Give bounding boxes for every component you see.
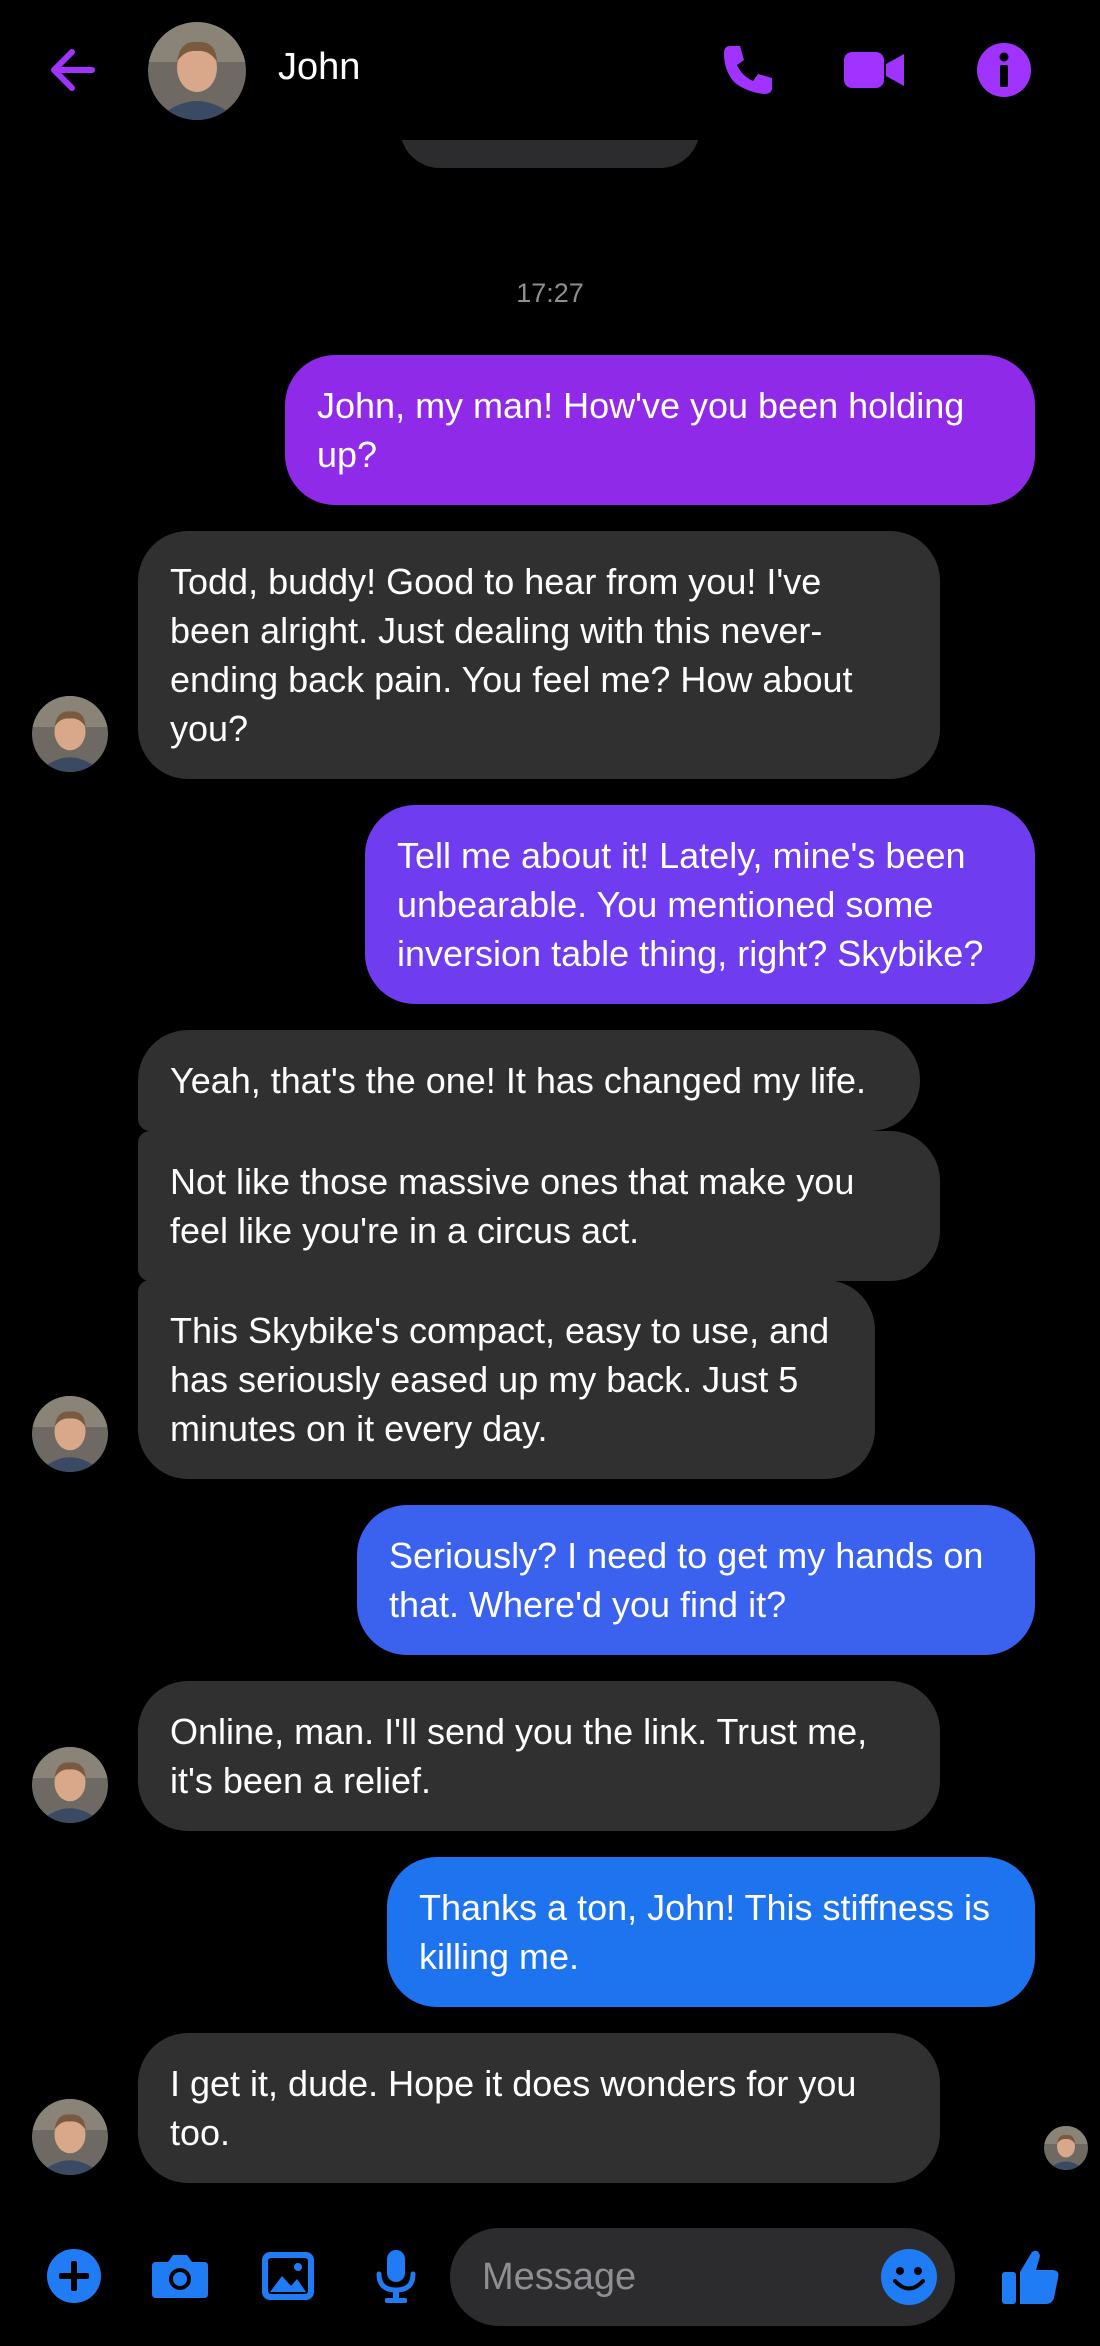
emoji-icon[interactable] [878, 2246, 940, 2308]
message-bubble-incoming[interactable]: Todd, buddy! Good to hear from you! I've… [138, 531, 940, 779]
message-bubble-outgoing[interactable]: John, my man! How've you been holding up… [285, 355, 1035, 505]
message-bubble-outgoing[interactable]: Seriously? I need to get my hands on tha… [357, 1505, 1035, 1655]
contact-avatar-small [32, 1396, 108, 1472]
microphone-icon[interactable] [366, 2246, 426, 2306]
camera-icon[interactable] [150, 2246, 210, 2306]
contact-name[interactable]: John [278, 46, 360, 89]
message-timestamp: 17:27 [516, 278, 584, 308]
message-bubble-incoming[interactable]: Yeah, that's the one! It has changed my … [138, 1030, 920, 1131]
video-camera-icon[interactable] [842, 38, 906, 102]
message-bubble-outgoing[interactable]: Thanks a ton, John! This stiffness is ki… [387, 1857, 1035, 2007]
chat-header: John [0, 0, 1100, 140]
seen-receipt-avatar [1044, 2126, 1088, 2170]
back-arrow-icon[interactable] [42, 40, 102, 100]
plus-icon[interactable] [44, 2246, 104, 2306]
phone-icon[interactable] [716, 38, 780, 102]
message-bubble-incoming[interactable]: This Skybike's compact, easy to use, and… [138, 1280, 875, 1479]
message-bubble-outgoing[interactable]: Tell me about it! Lately, mine's been un… [365, 805, 1035, 1004]
gallery-icon[interactable] [258, 2246, 318, 2306]
message-bubble-incoming[interactable]: I get it, dude. Hope it does wonders for… [138, 2033, 940, 2183]
message-bubble-incoming[interactable]: Online, man. I'll send you the link. Tru… [138, 1681, 940, 1831]
contact-avatar-small [32, 2099, 108, 2175]
info-icon[interactable] [972, 38, 1036, 102]
thumbs-up-icon[interactable] [998, 2244, 1062, 2308]
contact-avatar-small [32, 1747, 108, 1823]
contact-avatar[interactable] [148, 22, 246, 120]
message-bubble-incoming[interactable]: Not like those massive ones that make yo… [138, 1131, 940, 1281]
contact-avatar-small [32, 696, 108, 772]
